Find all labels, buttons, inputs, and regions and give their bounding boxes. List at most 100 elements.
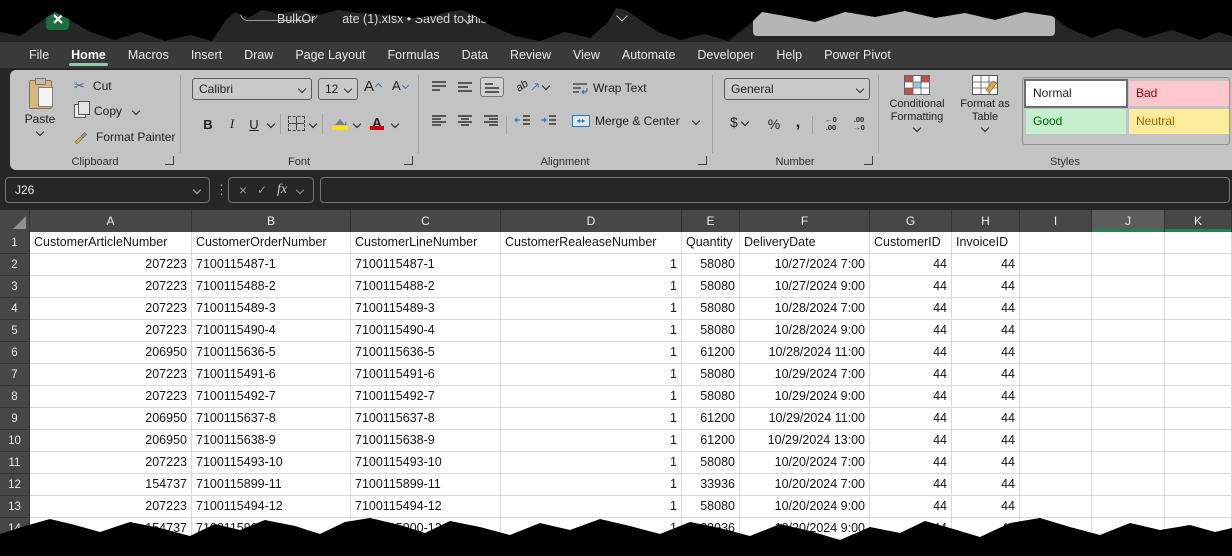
cell-I8[interactable] (1020, 386, 1092, 408)
cell-H4[interactable]: 44 (952, 298, 1020, 320)
cell-F2[interactable]: 10/27/2024 7:00 (740, 254, 870, 276)
align-right-button[interactable] (482, 114, 500, 128)
cell-H7[interactable]: 44 (952, 364, 1020, 386)
cell-G13[interactable]: 44 (870, 496, 952, 518)
tab-help[interactable]: Help (765, 42, 813, 68)
alignment-dialog-launcher-icon[interactable] (698, 156, 707, 165)
cell-B10[interactable]: 7100115638-9 (192, 430, 351, 452)
cell-K11[interactable] (1165, 452, 1232, 474)
cell-A14[interactable]: 154737 (30, 518, 192, 540)
decrease-indent-button[interactable] (514, 114, 532, 128)
conditional-formatting-button[interactable]: Conditional Formatting (886, 75, 948, 131)
cell-C7[interactable]: 7100115491-6 (351, 364, 501, 386)
row-header-8[interactable]: 8 (0, 386, 30, 408)
enter-icon[interactable]: ✓ (257, 183, 267, 197)
cell-A7[interactable]: 207223 (30, 364, 192, 386)
cell-D14[interactable]: 1 (501, 518, 682, 540)
cell-H9[interactable]: 44 (952, 408, 1020, 430)
font-name-combo[interactable]: Calibri (192, 78, 312, 100)
cell-B3[interactable]: 7100115488-2 (192, 276, 351, 298)
tab-data[interactable]: Data (451, 42, 499, 68)
format-as-table-button[interactable]: Format as Table (954, 75, 1016, 131)
tab-macros[interactable]: Macros (117, 42, 180, 68)
cell-F12[interactable]: 10/20/2024 7:00 (740, 474, 870, 496)
cell-K14[interactable] (1165, 518, 1232, 540)
name-box[interactable]: J26 (5, 177, 210, 203)
paste-button[interactable]: Paste (18, 76, 62, 158)
cell-B9[interactable]: 7100115637-8 (192, 408, 351, 430)
cell-I5[interactable] (1020, 320, 1092, 342)
search-box[interactable] (753, 8, 1055, 36)
cell-K6[interactable] (1165, 342, 1232, 364)
cell-G6[interactable]: 44 (870, 342, 952, 364)
cell-A4[interactable]: 207223 (30, 298, 192, 320)
cell-K2[interactable] (1165, 254, 1232, 276)
orientation-button[interactable]: ab (516, 80, 549, 92)
cell-D5[interactable]: 1 (501, 320, 682, 342)
cell-I12[interactable] (1020, 474, 1092, 496)
cell-D3[interactable]: 1 (501, 276, 682, 298)
cell-B6[interactable]: 7100115636-5 (192, 342, 351, 364)
cell-K8[interactable] (1165, 386, 1232, 408)
cell-C14[interactable]: 7100115900-13 (351, 518, 501, 540)
cell-H8[interactable]: 44 (952, 386, 1020, 408)
cell-C10[interactable]: 7100115638-9 (351, 430, 501, 452)
cell-J3[interactable] (1092, 276, 1165, 298)
cell-E12[interactable]: 33936 (682, 474, 740, 496)
cell-D10[interactable]: 1 (501, 430, 682, 452)
cell-F13[interactable]: 10/20/2024 9:00 (740, 496, 870, 518)
cell-I3[interactable] (1020, 276, 1092, 298)
tab-review[interactable]: Review (499, 42, 562, 68)
cell-K9[interactable] (1165, 408, 1232, 430)
column-header-J[interactable]: J (1092, 210, 1165, 232)
cell-F14[interactable]: 10/20/2024 9:00 (740, 518, 870, 540)
row-header-2[interactable]: 2 (0, 254, 30, 276)
cell-H10[interactable]: 44 (952, 430, 1020, 452)
cell-A3[interactable]: 207223 (30, 276, 192, 298)
cell-H14[interactable]: 44 (952, 518, 1020, 540)
row-header-7[interactable]: 7 (0, 364, 30, 386)
tab-page-layout[interactable]: Page Layout (284, 42, 376, 68)
tab-home[interactable]: Home (60, 42, 117, 68)
cell-I7[interactable] (1020, 364, 1092, 386)
cell-F7[interactable]: 10/29/2024 7:00 (740, 364, 870, 386)
cell-I9[interactable] (1020, 408, 1092, 430)
cell-G10[interactable]: 44 (870, 430, 952, 452)
bold-button[interactable]: B (196, 112, 220, 136)
cell-C12[interactable]: 7100115899-11 (351, 474, 501, 496)
cancel-icon[interactable]: × (239, 182, 247, 198)
cell-K13[interactable] (1165, 496, 1232, 518)
autosave-toggle[interactable] (105, 5, 149, 21)
cell-E7[interactable]: 58080 (682, 364, 740, 386)
cell-J5[interactable] (1092, 320, 1165, 342)
cell-A13[interactable]: 207223 (30, 496, 192, 518)
column-header-H[interactable]: H (952, 210, 1020, 232)
font-color-chevron-icon[interactable] (391, 120, 399, 128)
cell-B14[interactable]: 7100115900-13 (192, 518, 351, 540)
cell-J4[interactable] (1092, 298, 1165, 320)
cell-I10[interactable] (1020, 430, 1092, 452)
tab-draw[interactable]: Draw (233, 42, 284, 68)
wrap-text-button[interactable]: Wrap Text (572, 81, 647, 95)
clipboard-dialog-launcher-icon[interactable] (165, 156, 174, 165)
cell-K1[interactable] (1165, 232, 1232, 254)
column-header-B[interactable]: B (192, 210, 351, 232)
cell-D12[interactable]: 1 (501, 474, 682, 496)
cell-E9[interactable]: 61200 (682, 408, 740, 430)
cell-H12[interactable]: 44 (952, 474, 1020, 496)
cell-J13[interactable] (1092, 496, 1165, 518)
cell-D13[interactable]: 1 (501, 496, 682, 518)
cell-J7[interactable] (1092, 364, 1165, 386)
number-format-combo[interactable]: General (724, 78, 870, 100)
row-header-11[interactable]: 11 (0, 452, 30, 474)
cell-I6[interactable] (1020, 342, 1092, 364)
cell-A2[interactable]: 207223 (30, 254, 192, 276)
cell-F3[interactable]: 10/27/2024 9:00 (740, 276, 870, 298)
cell-G4[interactable]: 44 (870, 298, 952, 320)
tab-insert[interactable]: Insert (180, 42, 233, 68)
cell-D4[interactable]: 1 (501, 298, 682, 320)
cell-F5[interactable]: 10/28/2024 9:00 (740, 320, 870, 342)
middle-align-button[interactable] (456, 80, 474, 94)
cell-D11[interactable]: 1 (501, 452, 682, 474)
number-dialog-launcher-icon[interactable] (864, 156, 873, 165)
